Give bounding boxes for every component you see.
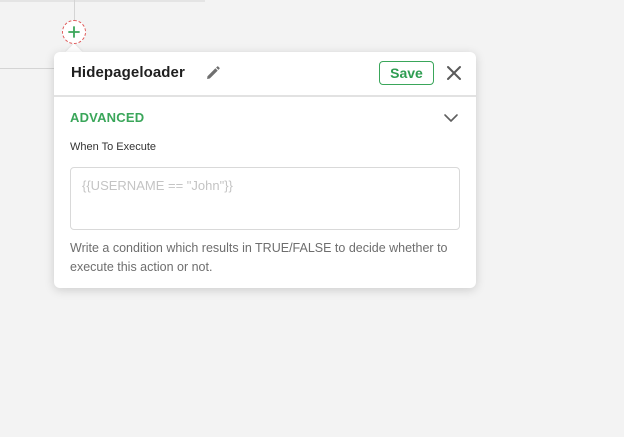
pencil-icon[interactable] xyxy=(205,65,221,81)
when-to-execute-help-text: Write a condition which results in TRUE/… xyxy=(70,241,448,274)
close-icon[interactable] xyxy=(446,65,462,81)
action-settings-popover: Hidepageloader Save ADVANCED When To Exe… xyxy=(54,52,476,288)
popover-header: Hidepageloader Save xyxy=(54,52,476,97)
canvas-node-card-edge xyxy=(0,0,205,2)
when-to-execute-input[interactable] xyxy=(70,167,460,230)
plus-icon xyxy=(68,26,80,38)
save-button[interactable]: Save xyxy=(379,61,434,85)
flow-connector-line xyxy=(0,68,55,69)
add-node-button[interactable] xyxy=(62,20,86,44)
flow-connector-line xyxy=(74,0,75,20)
action-title: Hidepageloader xyxy=(71,64,185,81)
chevron-down-icon[interactable] xyxy=(443,111,459,125)
when-to-execute-label: When To Execute xyxy=(70,141,157,153)
advanced-section-title[interactable]: ADVANCED xyxy=(70,110,144,125)
